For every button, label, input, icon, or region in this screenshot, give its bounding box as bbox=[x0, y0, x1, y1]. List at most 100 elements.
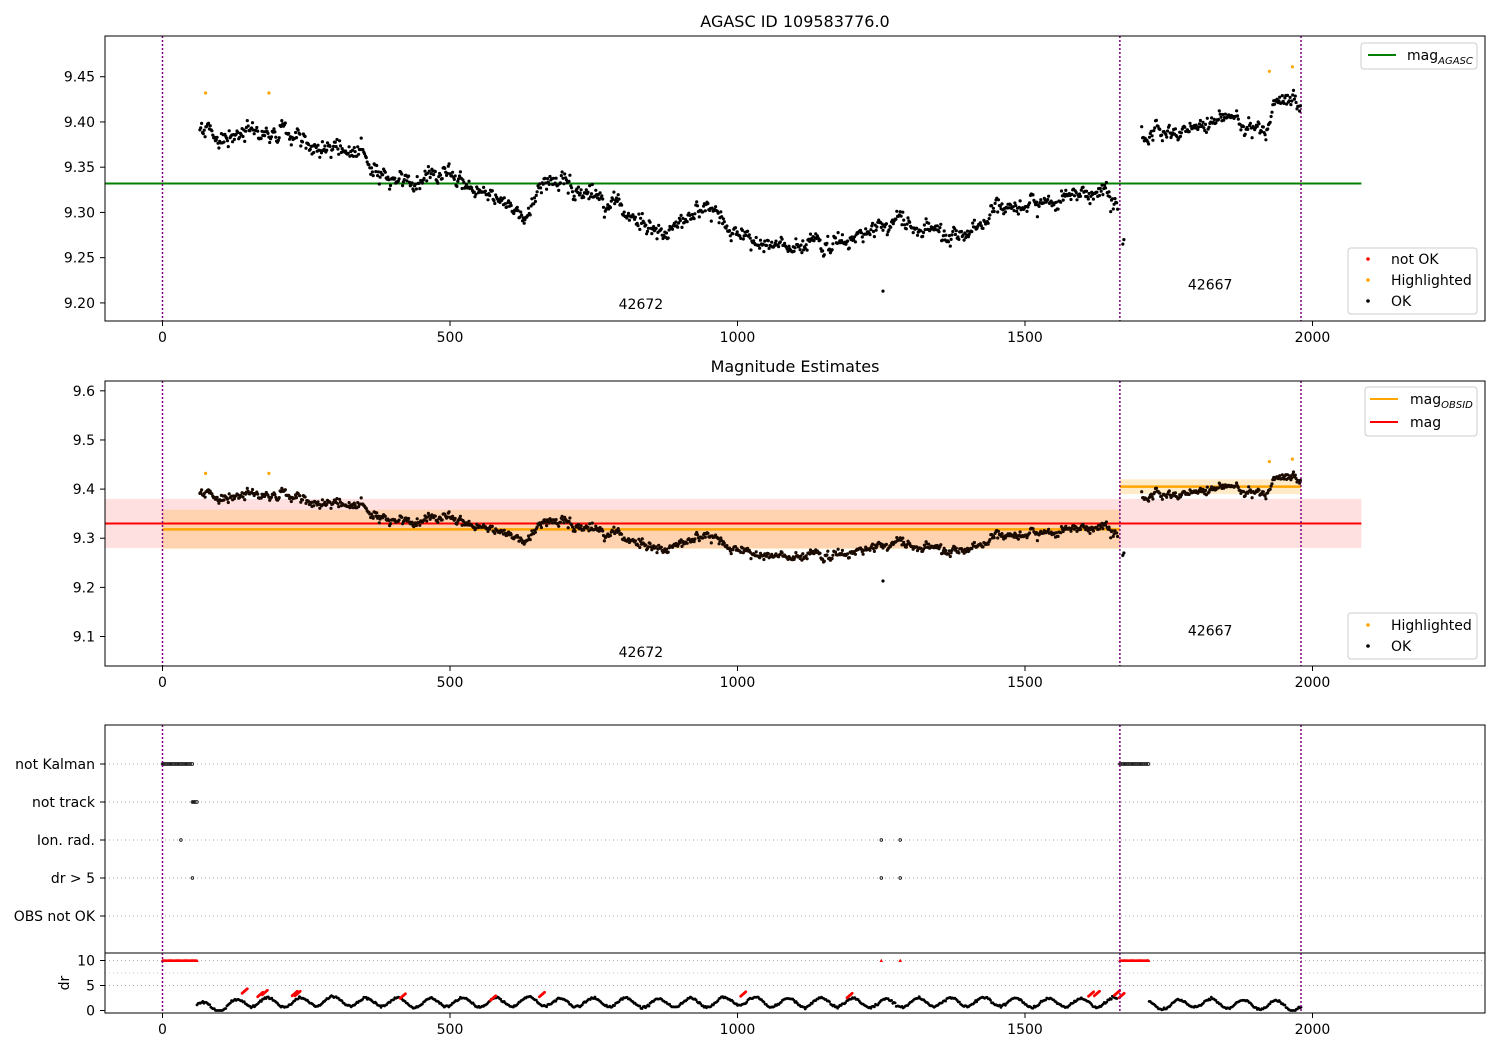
ok-point bbox=[1173, 127, 1177, 131]
ok-point bbox=[822, 253, 826, 257]
ok-point bbox=[847, 246, 851, 250]
ok-point bbox=[215, 495, 219, 499]
ok-point bbox=[566, 526, 570, 530]
ok-point bbox=[356, 145, 360, 149]
ok-point bbox=[594, 188, 598, 192]
ok-point bbox=[436, 181, 440, 185]
ok-point bbox=[600, 194, 604, 198]
ok-point bbox=[992, 536, 996, 540]
ok-point bbox=[1250, 136, 1254, 140]
ok-point bbox=[256, 129, 260, 133]
ok-point bbox=[1167, 489, 1171, 493]
y-tick-label: 9.30 bbox=[64, 205, 95, 221]
ok-point bbox=[826, 549, 830, 553]
ok-point bbox=[639, 216, 643, 220]
ok-point bbox=[370, 170, 374, 174]
ok-point bbox=[400, 172, 404, 176]
ok-point bbox=[657, 223, 661, 227]
ok-point bbox=[971, 221, 975, 225]
ok-point bbox=[921, 230, 926, 235]
ok-point bbox=[948, 554, 952, 559]
ok-point bbox=[949, 237, 953, 241]
ok-point bbox=[721, 217, 726, 221]
ok-point bbox=[440, 518, 444, 522]
ok-point bbox=[492, 199, 496, 203]
ok-point bbox=[558, 181, 563, 185]
ok-point bbox=[367, 163, 371, 167]
ok-point bbox=[938, 226, 942, 230]
ok-point bbox=[1018, 199, 1022, 203]
ok-point bbox=[1115, 201, 1119, 205]
ok-point bbox=[627, 218, 632, 222]
ok-point bbox=[1025, 209, 1029, 213]
y-tick-label: 9.2 bbox=[73, 580, 95, 596]
ok-point bbox=[570, 186, 574, 190]
ok-point bbox=[872, 235, 877, 239]
ok-point bbox=[1160, 139, 1164, 143]
ok-point bbox=[328, 144, 332, 148]
ok-point bbox=[357, 152, 361, 156]
ok-point bbox=[1270, 482, 1274, 486]
ok-point bbox=[787, 244, 791, 248]
ok-point bbox=[970, 230, 974, 234]
flag-row-label: not Kalman bbox=[15, 757, 95, 773]
ok-point bbox=[1034, 200, 1039, 204]
ok-point bbox=[1039, 198, 1043, 202]
ok-point bbox=[780, 551, 784, 555]
dr-red-point bbox=[266, 988, 269, 992]
ok-point bbox=[1095, 190, 1099, 194]
ok-point bbox=[397, 518, 401, 522]
ok-point bbox=[717, 221, 721, 225]
ok-point bbox=[512, 211, 516, 216]
dr-tick-label: 5 bbox=[86, 979, 95, 995]
ok-point bbox=[758, 238, 763, 242]
ok-point bbox=[203, 495, 207, 499]
ok-point bbox=[939, 543, 943, 547]
ok-point bbox=[1167, 123, 1171, 127]
y-tick-label: 9.35 bbox=[64, 160, 95, 176]
dr-axis-label: dr bbox=[57, 975, 73, 990]
ok-point bbox=[1243, 132, 1247, 136]
ok-point bbox=[1059, 189, 1064, 193]
ok-point bbox=[331, 147, 335, 151]
dr-point bbox=[1283, 1003, 1287, 1007]
highlighted-point bbox=[204, 471, 208, 475]
ok-point bbox=[1047, 194, 1051, 198]
ok-point bbox=[881, 289, 885, 293]
ok-point bbox=[381, 173, 385, 177]
ok-point bbox=[608, 534, 613, 538]
ok-point bbox=[393, 176, 397, 180]
ok-point bbox=[794, 237, 798, 241]
x-tick-label: 1000 bbox=[720, 675, 756, 691]
ok-point bbox=[560, 170, 564, 174]
ok-point bbox=[243, 498, 247, 502]
ok-point bbox=[996, 210, 1000, 214]
ok-point bbox=[333, 140, 337, 144]
ok-point bbox=[1293, 473, 1297, 477]
ok-point bbox=[889, 225, 893, 229]
flag-row-label: Ion. rad. bbox=[37, 833, 95, 849]
ok-point bbox=[1103, 186, 1108, 190]
ok-point bbox=[762, 250, 766, 254]
ok-point bbox=[836, 547, 840, 551]
ok-point bbox=[539, 525, 544, 530]
ok-point bbox=[1217, 109, 1221, 113]
dr-point bbox=[944, 999, 947, 1003]
ok-point bbox=[1257, 122, 1261, 126]
ok-point bbox=[951, 229, 955, 234]
ok-point bbox=[895, 209, 899, 213]
ok-point bbox=[383, 170, 387, 174]
ok-point bbox=[1235, 114, 1240, 118]
ok-point bbox=[617, 529, 621, 533]
ok-point bbox=[1219, 115, 1223, 119]
ok-point bbox=[1298, 481, 1302, 485]
ok-point bbox=[764, 243, 769, 248]
ok-point bbox=[1091, 197, 1095, 201]
ok-point bbox=[884, 542, 889, 547]
ok-point bbox=[1109, 210, 1113, 214]
ok-point bbox=[990, 204, 994, 208]
ok-point bbox=[748, 236, 752, 240]
ok-point bbox=[954, 546, 958, 550]
ok-point bbox=[602, 215, 607, 219]
ok-point bbox=[277, 136, 281, 140]
